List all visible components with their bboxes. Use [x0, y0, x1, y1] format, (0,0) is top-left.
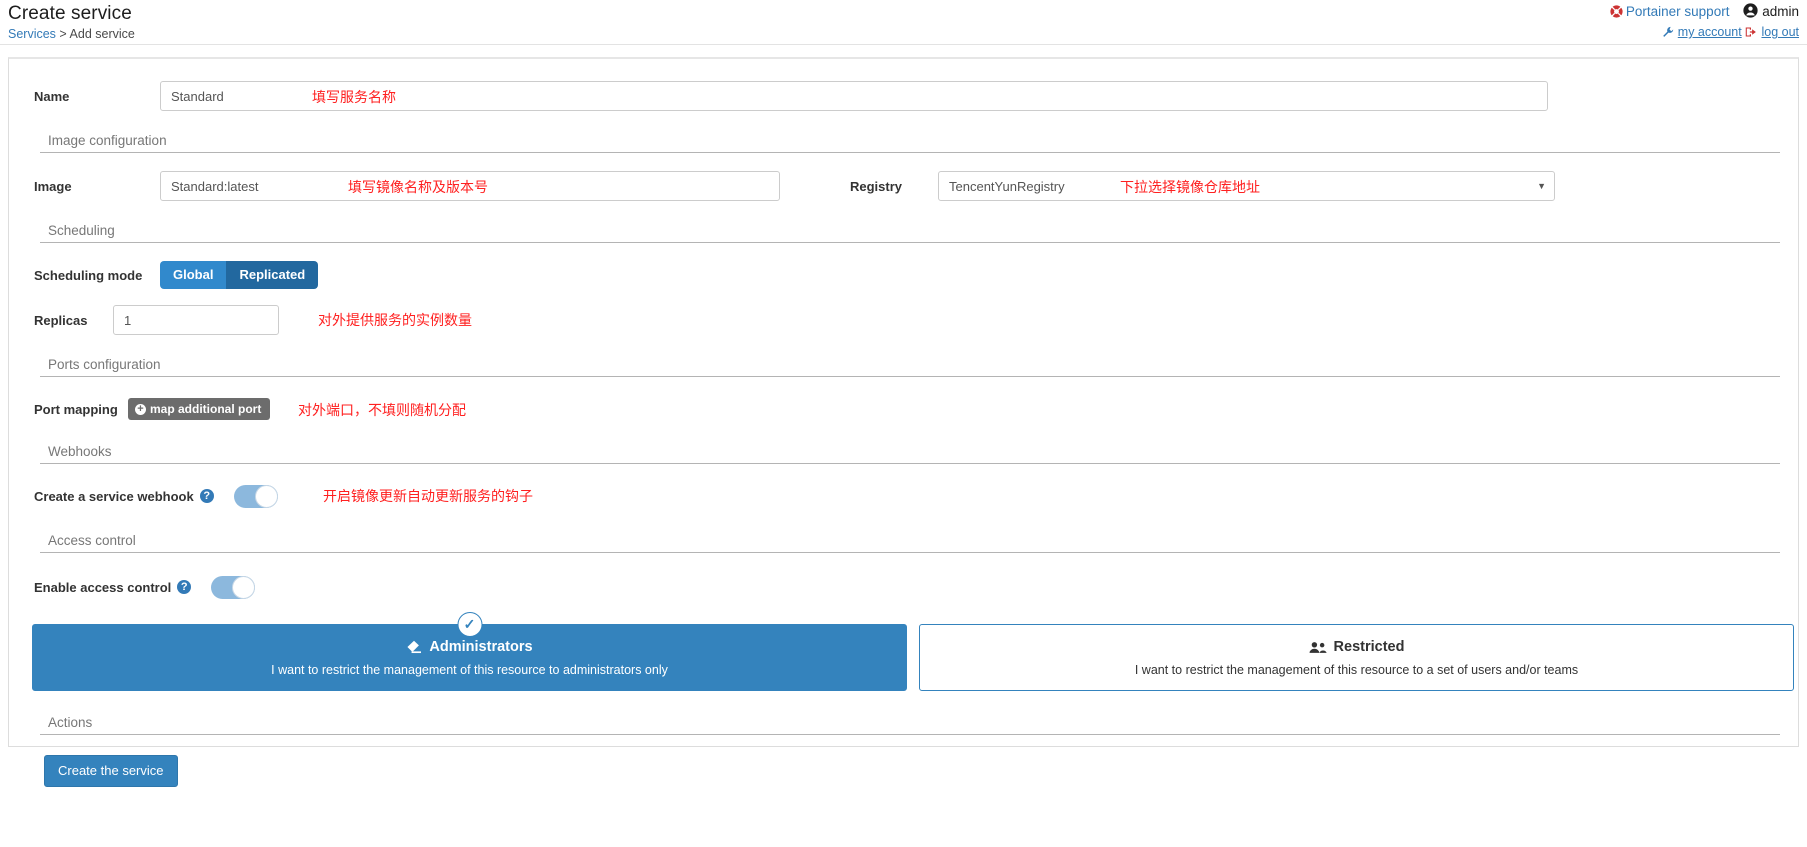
- page-title: Create service: [8, 3, 132, 24]
- image-input[interactable]: [160, 171, 780, 201]
- help-icon-access-control[interactable]: ?: [177, 580, 192, 594]
- replicas-input[interactable]: [113, 305, 279, 335]
- portainer-support-link[interactable]: Portainer support: [1626, 4, 1730, 19]
- enable-access-control-label: Enable access control: [34, 579, 172, 595]
- image-registry-row: Image 填写镜像名称及版本号 Registry TencentYunRegi…: [18, 169, 1789, 203]
- map-additional-port-label: map additional port: [150, 402, 262, 416]
- ports-configuration-section-title: Ports configuration: [48, 357, 161, 372]
- access-card-administrators-title: Administrators: [43, 638, 896, 656]
- card-title-text: Administrators: [429, 639, 533, 655]
- webhooks-divider: [40, 463, 1780, 464]
- wrench-icon: [1662, 26, 1674, 38]
- access-control-options: ✓ Administrators I want to restrict the …: [32, 612, 1794, 691]
- image-configuration-section-title: Image configuration: [48, 133, 167, 148]
- scheduling-mode-label: Scheduling mode: [34, 267, 143, 283]
- webhook-label: Create a service webhook: [34, 488, 194, 504]
- access-card-administrators-description: I want to restrict the management of thi…: [271, 663, 668, 677]
- replicas-annotation: 对外提供服务的实例数量: [318, 313, 472, 329]
- breadcrumb: Services > Add service: [8, 27, 1807, 41]
- access-card-administrators[interactable]: ✓ Administrators I want to restrict the …: [32, 612, 907, 691]
- user-icon: [1743, 3, 1759, 18]
- toggle-knob: [254, 484, 278, 508]
- registry-select[interactable]: TencentYunRegistry: [938, 171, 1555, 201]
- user-name: admin: [1762, 4, 1799, 19]
- webhooks-section-title: Webhooks: [48, 444, 112, 459]
- breadcrumb-current: Add service: [69, 27, 135, 41]
- scheduling-divider: [40, 242, 1780, 243]
- scheduling-mode-row: Scheduling mode Global Replicated: [18, 259, 1789, 291]
- scheduling-section-title: Scheduling: [48, 223, 115, 238]
- logout-icon: [1745, 26, 1757, 38]
- registry-select-wrap: TencentYunRegistry ▼: [938, 171, 1555, 201]
- registry-label: Registry: [850, 178, 903, 194]
- replicas-row: Replicas 对外提供服务的实例数量: [18, 303, 1789, 337]
- page-header: Create service Services > Add service Po…: [0, 0, 1807, 45]
- my-account-link[interactable]: my account: [1678, 25, 1742, 39]
- toggle-knob: [232, 575, 256, 599]
- breadcrumb-separator: >: [59, 27, 67, 41]
- log-out-link[interactable]: log out: [1761, 25, 1799, 39]
- enable-access-control-row: Enable access control ?: [18, 572, 1789, 602]
- breadcrumb-link-services[interactable]: Services: [8, 27, 56, 41]
- map-additional-port-button[interactable]: + map additional port: [128, 398, 271, 420]
- help-icon-webhook[interactable]: ?: [199, 489, 214, 503]
- eraser-icon: [406, 640, 422, 654]
- name-row: Name 填写服务名称: [18, 79, 1789, 113]
- card-title-text: Restricted: [1333, 639, 1405, 655]
- webhook-row: Create a service webhook ? 开启镜像更新自动更新服务的…: [18, 481, 1789, 511]
- scheduling-mode-global-button[interactable]: Global: [160, 261, 227, 289]
- access-control-toggle[interactable]: [211, 575, 256, 599]
- port-mapping-annotation: 对外端口，不填则随机分配: [298, 403, 466, 419]
- ports-configuration-divider: [40, 376, 1780, 377]
- port-mapping-row: Port mapping + map additional port 对外端口，…: [18, 394, 1789, 424]
- port-mapping-label: Port mapping: [34, 401, 118, 417]
- image-label: Image: [34, 178, 72, 194]
- lifebuoy-icon: [1610, 5, 1623, 18]
- plus-icon: +: [135, 403, 146, 415]
- actions-section-title: Actions: [48, 715, 93, 730]
- access-control-section-title: Access control: [48, 533, 136, 548]
- image-configuration-divider: [40, 152, 1780, 153]
- scheduling-mode-button-group: Global Replicated: [160, 261, 319, 289]
- header-right: Portainer support admin my account log o…: [1610, 2, 1799, 42]
- access-control-divider: [40, 552, 1780, 553]
- check-icon: ✓: [457, 612, 482, 637]
- create-service-form-panel: Name 填写服务名称 Image configuration Image 填写…: [8, 57, 1799, 787]
- name-label: Name: [34, 88, 70, 104]
- create-the-service-button[interactable]: Create the service: [44, 755, 178, 787]
- users-icon: [1309, 641, 1327, 654]
- name-input[interactable]: [160, 81, 1548, 111]
- access-card-restricted[interactable]: Restricted I want to restrict the manage…: [919, 624, 1794, 691]
- access-card-restricted-description: I want to restrict the management of thi…: [1134, 663, 1579, 677]
- scheduling-mode-replicated-button[interactable]: Replicated: [226, 261, 319, 289]
- webhook-toggle[interactable]: [233, 484, 278, 508]
- webhook-annotation: 开启镜像更新自动更新服务的钩子: [323, 489, 533, 505]
- actions-divider: [40, 734, 1780, 735]
- access-card-restricted-title: Restricted: [930, 638, 1783, 656]
